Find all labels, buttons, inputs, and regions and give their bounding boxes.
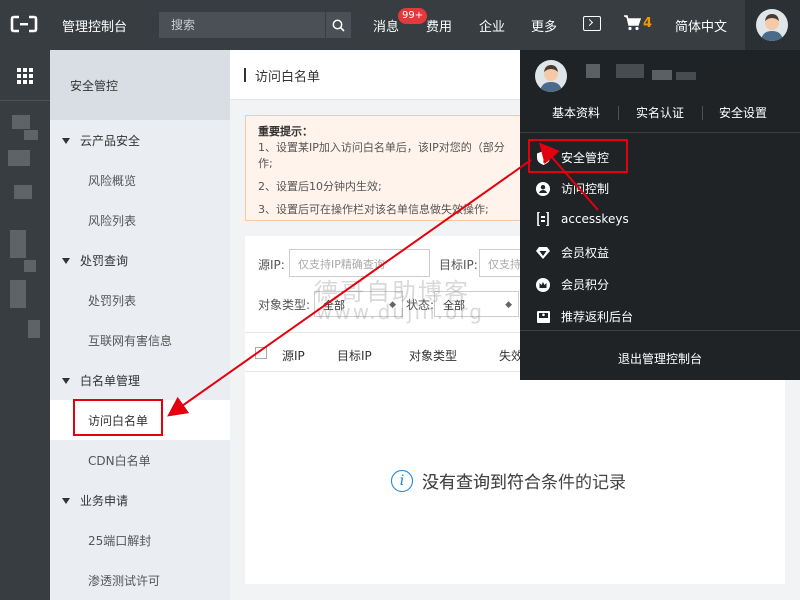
sidebar-item-pentest[interactable]: 渗透测试许可 [88, 572, 160, 589]
nav-enterprise[interactable]: 企业 [479, 16, 505, 35]
blurred-icon [10, 230, 26, 258]
source-ip-label: 源IP: [258, 258, 285, 272]
search-input[interactable] [159, 12, 325, 38]
crown-icon [536, 277, 550, 292]
cart-icon[interactable] [624, 15, 641, 31]
caret-down-icon [62, 258, 70, 264]
caret-down-icon [62, 498, 70, 504]
iconbar-divider [0, 100, 50, 101]
notice-line: 2、设置后10分钟内生效; [258, 180, 382, 193]
menu-item-member-points[interactable]: 会员积分 [536, 276, 609, 293]
caret-down-icon [62, 138, 70, 144]
menu-item-referral[interactable]: 推荐返利后台 [536, 308, 633, 325]
table-header: 源IP 目标IP 对象类型 失效 [245, 332, 535, 372]
sidebar-group-penalty[interactable]: 处罚查询 [62, 252, 128, 269]
blurred-icon [12, 115, 30, 129]
page-title: 访问白名单 [255, 70, 321, 85]
notice-box: 重要提示： 1、设置某IP加入访问白名单后，该IP对您的（部分 作; 2、设置后… [245, 115, 535, 221]
empty-state-overlay: i 没有查询到符合条件的记录 [391, 468, 626, 493]
menu-item-access-control[interactable]: 访问控制 [536, 180, 609, 197]
sidebar-item-risk-overview[interactable]: 风险概览 [88, 172, 136, 189]
blurred-username [586, 64, 600, 78]
diamond-icon [536, 246, 550, 260]
sidebar: 安全管控 云产品安全 风险概览 风险列表 处罚查询 处罚列表 互联网有害信息 白… [50, 50, 230, 600]
sidebar-item-harmful-info[interactable]: 互联网有害信息 [88, 332, 172, 349]
blurred-username [652, 70, 672, 80]
link-basic-info[interactable]: 基本资料 [552, 104, 600, 121]
blurred-username [616, 64, 644, 78]
dropdown-divider [520, 132, 800, 133]
blurred-icon [10, 280, 26, 308]
sidebar-group-business[interactable]: 业务申请 [62, 492, 128, 509]
aliyun-logo-icon[interactable] [10, 14, 38, 34]
column-target-ip: 目标IP [337, 349, 372, 363]
blurred-icon [14, 185, 32, 199]
title-marker [244, 68, 246, 82]
info-icon: i [391, 469, 413, 492]
nav-messages[interactable]: 消息 [373, 16, 399, 35]
console-title[interactable]: 管理控制台 [62, 16, 127, 35]
blurred-icon [24, 260, 36, 272]
nav-billing[interactable]: 费用 [426, 16, 452, 35]
user-dropdown: 基本资料 实名认证 安全设置 安全管控 访问控制 accesskeys 会员权益… [520, 50, 800, 380]
blurred-icon [8, 150, 30, 166]
sidebar-item-port25[interactable]: 25端口解封 [88, 532, 151, 549]
gift-icon [536, 310, 550, 324]
sidebar-item-risk-list[interactable]: 风险列表 [88, 212, 136, 229]
link-real-name[interactable]: 实名认证 [636, 104, 684, 121]
notice-title: 重要提示： [258, 125, 313, 138]
terminal-icon[interactable] [583, 16, 601, 31]
cart-count[interactable]: 4 [643, 16, 652, 31]
blurred-username [676, 72, 696, 80]
caret-down-icon [62, 378, 70, 384]
profile-links: 基本资料 实名认证 安全设置 [520, 102, 800, 124]
notice-line: 作; [258, 157, 273, 170]
menu-item-member-rights[interactable]: 会员权益 [536, 244, 609, 261]
link-separator [702, 106, 703, 120]
dropdown-avatar [535, 60, 567, 92]
search-icon [332, 19, 345, 32]
search-box [159, 12, 351, 38]
sidebar-item-cdn-whitelist[interactable]: CDN白名单 [88, 452, 151, 469]
sidebar-group-whitelist[interactable]: 白名单管理 [62, 372, 140, 389]
blurred-icon [28, 320, 40, 338]
notice-line: 3、设置后可在操作栏对该名单信息做失效操作; [258, 203, 489, 216]
notice-line: 1、设置某IP加入访问白名单后，该IP对您的（部分 [258, 141, 505, 154]
empty-text: 没有查询到符合条件的记录 [422, 473, 626, 493]
avatar [756, 9, 788, 41]
target-ip-label: 目标IP: [439, 258, 478, 272]
object-type-label: 对象类型: [258, 298, 311, 312]
column-source-ip: 源IP [282, 349, 305, 363]
column-object-type: 对象类型 [409, 349, 458, 363]
messages-badge: 99+ [398, 8, 428, 24]
logout-button[interactable]: 退出管理控制台 [520, 350, 800, 367]
user-menu-trigger[interactable] [745, 0, 800, 50]
key-icon [536, 212, 550, 226]
search-button[interactable] [325, 12, 351, 38]
language-switch[interactable]: 简体中文 [675, 16, 727, 35]
annotation-box-security-control [528, 139, 628, 173]
user-icon [536, 181, 550, 196]
product-icon-bar [0, 50, 50, 600]
blurred-icon [24, 130, 38, 140]
sidebar-group-cloud-security[interactable]: 云产品安全 [62, 132, 140, 149]
annotation-box-access-whitelist [73, 399, 163, 436]
dropdown-divider [520, 330, 800, 331]
watermark-url: www.dujin.org [316, 300, 484, 324]
top-bar: 管理控制台 消息 99+ 费用 企业 更多 4 简体中文 [0, 0, 800, 50]
link-separator [618, 106, 619, 120]
link-security-settings[interactable]: 安全设置 [719, 104, 767, 121]
sidebar-item-penalty-list[interactable]: 处罚列表 [88, 292, 136, 309]
select-all-checkbox[interactable] [255, 347, 267, 359]
menu-item-accesskeys[interactable]: accesskeys [536, 212, 629, 226]
select-arrow-icon: ◆ [505, 300, 512, 310]
nav-more[interactable]: 更多 [531, 16, 557, 35]
sidebar-title: 安全管控 [50, 50, 230, 120]
grid-menu-icon[interactable] [17, 68, 33, 84]
